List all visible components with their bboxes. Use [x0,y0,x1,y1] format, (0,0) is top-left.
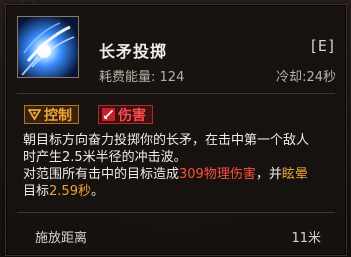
header-divider [17,93,335,94]
damage-value: 309物理伤害 [179,167,256,182]
description-text: 对范围所有击中的目标造成 [23,167,180,182]
description-text: ，并 [255,167,282,182]
cast-range-value: 11米 [291,231,321,246]
description-line-1: 朝目标方向奋力投掷你的长矛，在击中第一个敌人 [23,133,310,148]
skill-name: 长矛投掷 [99,42,168,61]
energy-cost: 耗费能量: 124 [99,70,185,85]
description-line-3: 对范围所有击中的目标造成309物理伤害，并眩晕 [23,166,343,183]
tag-control: 控制 [24,105,79,124]
sword-icon [102,108,115,121]
cooldown-value: 24秒 [306,70,336,85]
skill-hotkey: [E] [308,37,336,55]
cooldown-label: 冷却 [276,70,303,85]
energy-cost-value: 124 [159,70,185,85]
cooldown: 冷却:24秒 [276,70,336,85]
description-line-4: 目标2.59秒。 [23,183,343,200]
crowd-control-icon [28,109,41,121]
energy-cost-label: 耗费能量 [99,70,152,85]
description-text: 。 [90,184,104,199]
skill-tooltip: 长矛投掷 [E] 耗费能量: 124 冷却:24秒 控制 伤害 朝目标方向奋力投… [5,4,347,256]
tag-control-label: 控制 [44,107,72,124]
tag-damage: 伤害 [98,105,153,124]
description-line-2: 时产生2.5米半径的冲击波。 [23,150,187,165]
tag-damage-label: 伤害 [118,107,146,124]
skill-description: 朝目标方向奋力投掷你的长矛，在击中第一个敌人 时产生2.5米半径的冲击波。 对范… [23,132,343,200]
stun-duration: 2.59秒 [49,184,91,199]
stats-divider [17,212,335,213]
spear-energy-icon [17,16,79,78]
stun-keyword: 眩晕 [281,167,308,182]
cast-range-label: 施放距离 [35,231,88,246]
description-text: 目标 [23,184,50,199]
